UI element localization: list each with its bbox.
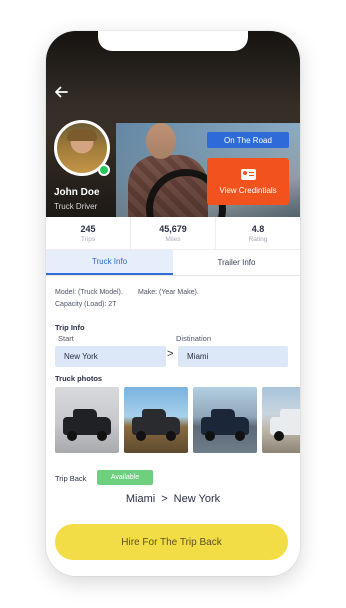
tab-trailer-info[interactable]: Trailer Info (173, 250, 300, 275)
view-credentials-label: View Credintials (219, 185, 277, 195)
start-location-field[interactable]: New York (55, 346, 166, 367)
stat-trips: 245 Trips (46, 217, 131, 249)
arrow-left-icon (55, 86, 68, 98)
availability-badge: Available (97, 470, 153, 485)
online-status-icon (98, 164, 110, 176)
avatar-hat (67, 129, 97, 141)
driver-name: John Doe (54, 187, 100, 198)
route-arrow-icon: > (167, 348, 174, 360)
stats-bar: 245 Trips 45,679 Miles 4.8 Rating (46, 217, 300, 250)
driver-role: Truck Driver (54, 202, 98, 211)
profile-header: John Doe Truck Driver On The Road View C… (46, 31, 300, 217)
stat-label: Trips (80, 235, 96, 243)
tire (136, 431, 146, 441)
tire (235, 431, 245, 441)
truck-photos-title: Truck photos (55, 374, 103, 383)
id-card-icon (240, 168, 256, 180)
start-label: Start (58, 334, 74, 343)
stat-value: 45,679 (159, 223, 187, 234)
tire (67, 431, 77, 441)
tire (274, 431, 284, 441)
info-tabs: Truck Info Trailer Info (46, 250, 300, 276)
tire (205, 431, 215, 441)
trip-info-title: Trip Info (55, 323, 85, 332)
tab-truck-info[interactable]: Truck Info (46, 250, 173, 275)
truck-model: Model: (Truck Model). (55, 289, 123, 296)
truck-photos-carousel[interactable] (55, 387, 300, 453)
truck-photo-2[interactable] (124, 387, 188, 453)
route-separator-icon: > (161, 493, 168, 505)
truck-photo-3[interactable] (193, 387, 257, 453)
stat-rating: 4.8 Rating (216, 217, 300, 249)
phone-notch (98, 31, 248, 51)
truck-photo-4[interactable] (262, 387, 300, 453)
phone-frame: John Doe Truck Driver On The Road View C… (46, 31, 300, 576)
truck-make: Make: (Year Make). (138, 289, 199, 296)
stat-label: Rating (248, 235, 268, 243)
route-to: New York (173, 493, 221, 505)
tire (97, 431, 107, 441)
stat-miles: 45,679 Miles (131, 217, 216, 249)
stat-value: 245 (80, 223, 96, 234)
trip-back-label: Trip Back (55, 474, 87, 483)
trip-back-route: Miami > New York (46, 493, 300, 505)
route-from: Miami (125, 493, 156, 505)
tire (166, 431, 176, 441)
truck-photo-1[interactable] (55, 387, 119, 453)
status-badge: On The Road (207, 132, 289, 148)
hire-trip-back-button[interactable]: Hire For The Trip Back (55, 524, 288, 560)
view-credentials-button[interactable]: View Credintials (207, 158, 289, 205)
destination-label: Distination (176, 334, 212, 343)
truck-capacity: Capacity (Load): 2T (55, 301, 117, 308)
back-button[interactable] (54, 85, 70, 101)
stat-label: Miles (165, 235, 181, 243)
stat-value: 4.8 (251, 223, 265, 234)
destination-location-field[interactable]: Miami (178, 346, 288, 367)
